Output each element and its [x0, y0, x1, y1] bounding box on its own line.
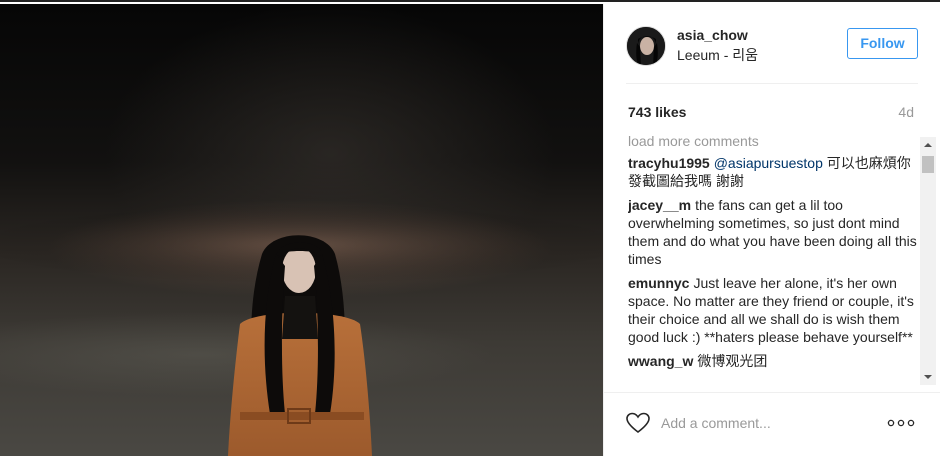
add-comment-input[interactable]: [661, 409, 881, 437]
username[interactable]: asia_chow: [677, 27, 748, 43]
scroll-down-arrow-icon[interactable]: [920, 369, 936, 385]
comment-mention[interactable]: @asiapursuestop: [714, 155, 823, 171]
comment-author[interactable]: jacey__m: [628, 197, 691, 213]
avatar-image: [627, 27, 665, 65]
location[interactable]: Leeum - 리움: [677, 45, 758, 65]
comment-author[interactable]: emunnyc: [628, 275, 689, 291]
avatar[interactable]: [626, 26, 666, 66]
comment-item: jacey__m the fans can get a lil too overw…: [628, 196, 920, 268]
follow-button[interactable]: Follow: [847, 28, 918, 59]
likes-count[interactable]: 743 likes: [628, 104, 686, 120]
more-options-icon[interactable]: [886, 413, 916, 433]
comment-composer: [603, 392, 940, 454]
comment-author[interactable]: wwang_w: [628, 353, 693, 369]
post-photo[interactable]: [0, 4, 603, 456]
heart-icon[interactable]: [625, 411, 651, 435]
post-details-panel: asia_chow Leeum - 리움 Follow 743 likes 4d…: [603, 4, 940, 456]
scroll-up-arrow-icon[interactable]: [920, 137, 936, 153]
comments-scrollbar[interactable]: [920, 137, 936, 385]
post-dialog: asia_chow Leeum - 리움 Follow 743 likes 4d…: [0, 0, 940, 456]
photo-content: [0, 204, 603, 456]
scrollbar-thumb[interactable]: [922, 156, 934, 173]
comment-item: emunnyc Just leave her alone, it's her ow…: [628, 274, 920, 346]
post-age[interactable]: 4d: [898, 104, 914, 120]
load-more-comments-link[interactable]: load more comments: [628, 132, 920, 154]
comment-text: 微博观光团: [697, 353, 768, 369]
comments-list: load more comments tracyhu1995 @asiapursu…: [628, 132, 920, 388]
comment-item: tracyhu1995 @asiapursuestop 可以也麻煩你發截圖給我嗎 …: [628, 154, 920, 190]
comment-item: wwang_w 微博观光团: [628, 352, 920, 370]
post-header: asia_chow Leeum - 리움 Follow: [626, 26, 918, 84]
comment-author[interactable]: tracyhu1995: [628, 155, 710, 171]
